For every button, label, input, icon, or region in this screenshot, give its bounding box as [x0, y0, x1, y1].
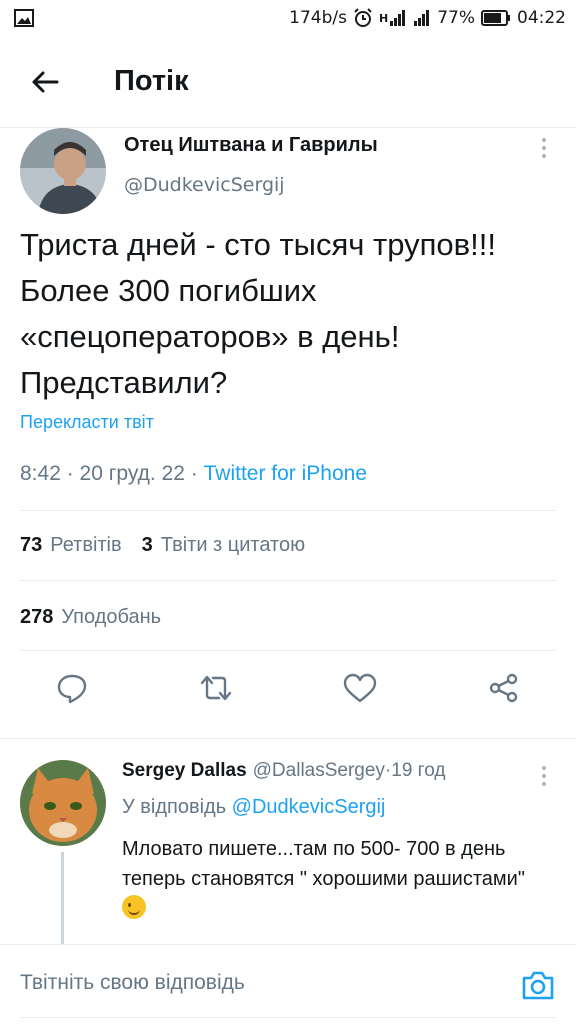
retweet-icon: [200, 675, 232, 701]
tweet-meta: 8:42 · 20 груд. 22 · Twitter for iPhone: [20, 462, 367, 486]
tweet-time: 8:42: [20, 462, 61, 485]
reply-header: Sergey Dallas @DallasSergey · 19 год: [122, 760, 445, 782]
gallery-notification-icon: [14, 9, 34, 27]
retweet-stats: 73 Ретвітів 3 Твіти з цитатою: [20, 534, 305, 557]
heart-icon: [343, 673, 377, 703]
page-title: Потік: [114, 65, 189, 97]
reply-more-options-icon[interactable]: [534, 764, 554, 788]
like-button[interactable]: [338, 666, 382, 710]
reply-time: 19 год: [391, 760, 446, 781]
meta-separator: ·: [60, 462, 80, 485]
winking-face-emoji-icon: [122, 895, 146, 919]
retweets-stat[interactable]: 73 Ретвітів: [20, 534, 122, 557]
back-button[interactable]: [20, 57, 70, 107]
compose-bar: Твітніть свою відповідь: [0, 944, 576, 1024]
reply-to-mention[interactable]: @DudkevicSergij: [232, 796, 386, 818]
tweet-text: Триста дней - сто тысяч трупов!!! Более …: [20, 227, 496, 400]
status-bar: 174b/s H 77% 04:22: [0, 0, 576, 36]
reply-author-name[interactable]: Sergey Dallas: [122, 760, 247, 782]
reply-text-content: Мловато пишете...там по 500- 700 в день …: [122, 838, 525, 890]
app-header: Потік: [0, 36, 576, 128]
reply-author-handle[interactable]: @DallasSergey: [253, 760, 385, 782]
meta-separator-2: ·: [184, 462, 204, 485]
reply-author-avatar[interactable]: [20, 760, 106, 846]
likes-stat[interactable]: 278 Уподобань: [20, 606, 161, 629]
share-button[interactable]: [482, 666, 526, 710]
arrow-left-icon: [32, 71, 59, 92]
clock: 04:22: [517, 8, 566, 28]
tweet-date: 20 груд. 22: [79, 462, 185, 485]
likes-stats: 278 Уподобань: [20, 606, 161, 629]
author-handle[interactable]: @DudkevicSergij: [124, 174, 285, 196]
alarm-icon: [353, 8, 373, 28]
translate-tweet-link[interactable]: Перекласти твіт: [20, 412, 154, 433]
reply-text: Мловато пишете...там по 500- 700 в день …: [122, 834, 542, 924]
signal-icon-1: H: [379, 9, 407, 27]
battery-icon: [481, 10, 511, 26]
reply-button[interactable]: [50, 666, 94, 710]
more-options-icon[interactable]: [534, 136, 554, 160]
camera-icon: [522, 971, 554, 1000]
battery-percent: 77%: [437, 8, 475, 28]
divider: [20, 580, 556, 581]
reply-to-prefix: У відповідь: [122, 796, 232, 818]
retweet-button[interactable]: [194, 666, 238, 710]
section-divider: [0, 738, 576, 739]
tweet-source-link[interactable]: Twitter for iPhone: [204, 462, 367, 485]
share-icon: [489, 673, 518, 703]
divider: [20, 510, 556, 511]
author-name[interactable]: Отец Иштвана и Гаврилы: [124, 134, 378, 157]
compose-underline: [20, 1017, 556, 1018]
tweet-actions: [0, 666, 576, 714]
reply-icon: [57, 674, 87, 704]
network-speed: 174b/s: [289, 8, 347, 28]
signal-icon-2: [413, 9, 431, 27]
author-avatar[interactable]: [20, 128, 106, 214]
network-type: H: [378, 11, 389, 25]
reply-to-line: У відповідь @DudkevicSergij: [122, 796, 385, 819]
divider: [20, 650, 556, 651]
quotes-stat[interactable]: 3 Твіти з цитатою: [142, 534, 305, 557]
reply-input[interactable]: Твітніть свою відповідь: [20, 971, 245, 995]
camera-button[interactable]: [520, 967, 556, 1003]
